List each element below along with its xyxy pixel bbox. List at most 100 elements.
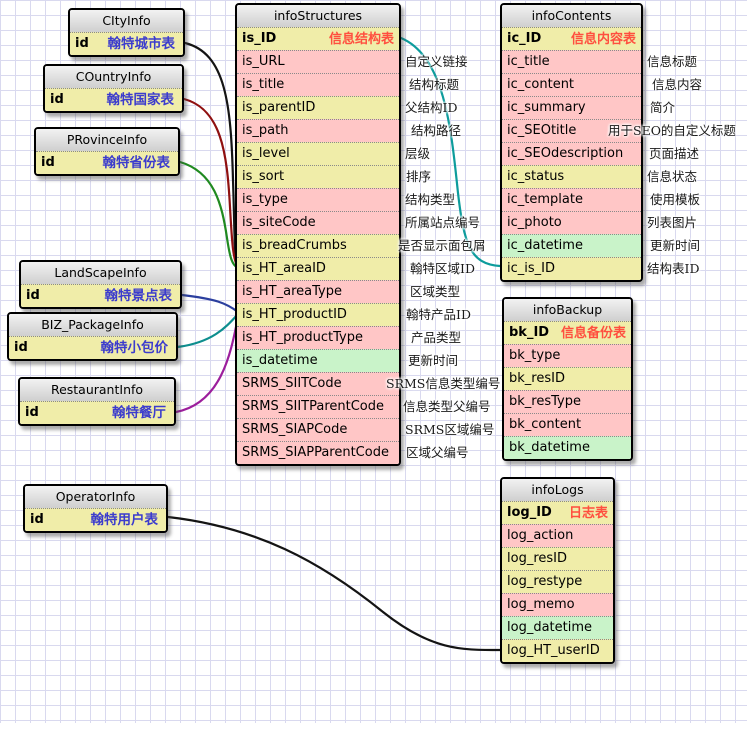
table-row-is_title[interactable]: is_title	[237, 73, 399, 96]
table-row-ic_summary[interactable]: ic_summary	[502, 96, 641, 119]
field-name: is_URL	[242, 54, 285, 69]
field-annotation: 自定义链接	[405, 50, 468, 73]
table-infoBackup[interactable]: infoBackupbk_ID信息备份表bk_type bk_resID bk_re…	[502, 297, 633, 461]
table-row-ic_ID[interactable]: ic_ID信息内容表	[502, 27, 641, 50]
table-row-ic_is_ID[interactable]: ic_is_ID	[502, 257, 641, 280]
table-row-bk_ID[interactable]: bk_ID信息备份表	[504, 321, 631, 344]
table-row-ic_content[interactable]: ic_content	[502, 73, 641, 96]
table-row-is_path[interactable]: is_path	[237, 119, 399, 142]
table-row-ic_datetime[interactable]: ic_datetime	[502, 234, 641, 257]
field-label: 翰特用户表	[91, 510, 159, 531]
diagram-canvas[interactable]: CItyInfo id翰特城市表 COuntryInfoid翰特国家表 PRovinc…	[0, 0, 754, 729]
field-name: ic_SEOtitle	[507, 123, 576, 138]
table-row-log_resID[interactable]: log_resID	[502, 547, 613, 570]
table-row-bk_type[interactable]: bk_type	[504, 344, 631, 367]
table-row-log_ID[interactable]: log_ID日志表	[502, 501, 613, 524]
table-row-log_restype[interactable]: log_restype	[502, 570, 613, 593]
table-row-is_ID[interactable]: is_ID信息结构表	[237, 27, 399, 50]
relationship-line-PRovinceInfo.id-to-infoStructures.is_HT_areaID[interactable]	[180, 162, 238, 268]
table-row-id[interactable]: id翰特用户表	[25, 508, 166, 531]
table-header[interactable]: infoStructures	[237, 5, 399, 27]
field-name: is_datetime	[242, 353, 318, 368]
field-name: SRMS_SIITCode	[242, 376, 342, 391]
field-annotation: 信息内容	[652, 73, 702, 96]
table-comment: 日志表	[569, 503, 608, 524]
table-row-ic_title[interactable]: ic_title	[502, 50, 641, 73]
table-row-id[interactable]: id翰特城市表	[70, 32, 183, 55]
table-row-is_HT_areaID[interactable]: is_HT_areaID	[237, 257, 399, 280]
table-header[interactable]: infoBackup	[504, 299, 631, 321]
table-title-label: CItyInfo	[102, 13, 150, 28]
table-row-bk_content[interactable]: bk_content	[504, 413, 631, 436]
table-infoStructures[interactable]: infoStructuresis_ID信息结构表 is_URL is_titleis…	[235, 3, 401, 466]
table-row-bk_resType[interactable]: bk_resType	[504, 390, 631, 413]
table-row-log_action[interactable]: log_action	[502, 524, 613, 547]
table-LandScapeInfo[interactable]: LandScapeInfoid翰特景点表	[19, 260, 182, 309]
table-row-is_HT_areaType[interactable]: is_HT_areaType	[237, 280, 399, 303]
table-title-label: OperatorInfo	[56, 489, 136, 504]
table-infoContents[interactable]: infoContents ic_ID信息内容表ic_title ic_content…	[500, 3, 643, 282]
field-name: ic_content	[507, 77, 574, 92]
table-row-is_URL[interactable]: is_URL	[237, 50, 399, 73]
table-row-bk_resID[interactable]: bk_resID	[504, 367, 631, 390]
table-row-is_siteCode[interactable]: is_siteCode	[237, 211, 399, 234]
relationship-line-OperatorInfo.id-to-infoLogs.log_HT_userID[interactable]	[168, 517, 500, 650]
table-row-ic_template[interactable]: ic_template	[502, 188, 641, 211]
table-BIZ_PackageInfo[interactable]: BIZ_PackageInfoid翰特小包价	[7, 312, 178, 361]
table-COuntryInfo[interactable]: COuntryInfoid翰特国家表	[43, 64, 184, 113]
table-header[interactable]: LandScapeInfo	[21, 262, 180, 284]
table-comment: 信息备份表	[561, 323, 626, 344]
field-name: ic_SEOdescription	[507, 146, 623, 161]
table-row-id[interactable]: id翰特景点表	[21, 284, 180, 307]
table-row-id[interactable]: id翰特省份表	[36, 151, 178, 174]
table-OperatorInfo[interactable]: OperatorInfo id翰特用户表	[23, 484, 168, 533]
table-row-SRMS_SIITParentCode[interactable]: SRMS_SIITParentCode	[237, 395, 399, 418]
relationship-line-CItyInfo.id-to-infoStructures.is_HT_areaID[interactable]	[185, 43, 238, 266]
table-header[interactable]: COuntryInfo	[45, 66, 182, 88]
table-row-is_level[interactable]: is_level	[237, 142, 399, 165]
table-header[interactable]: BIZ_PackageInfo	[9, 314, 176, 336]
table-row-ic_SEOdescription[interactable]: ic_SEOdescription	[502, 142, 641, 165]
field-annotation: 使用模板	[650, 188, 700, 211]
table-infoLogs[interactable]: infoLogslog_ID日志表log_actionlog_resIDlog_…	[500, 477, 615, 664]
table-row-log_memo[interactable]: log_memo	[502, 593, 613, 616]
field-annotation: 信息类型父编号	[403, 395, 491, 418]
table-row-is_HT_productID[interactable]: is_HT_productID	[237, 303, 399, 326]
relationship-line-LandScapeInfo.id-to-infoStructures.is_HT_productID[interactable]	[182, 295, 238, 312]
relationship-line-BIZ_PackageInfo.id-to-infoStructures.is_HT_productID[interactable]	[178, 314, 238, 347]
table-header[interactable]: infoContents	[502, 5, 641, 27]
table-row-id[interactable]: id翰特小包价	[9, 336, 176, 359]
table-row-ic_photo[interactable]: ic_photo	[502, 211, 641, 234]
field-annotation: 结构标题	[409, 73, 459, 96]
table-header[interactable]: PRovinceInfo	[36, 129, 178, 151]
table-row-bk_datetime[interactable]: bk_datetime	[504, 436, 631, 459]
field-name: is_title	[242, 77, 284, 92]
table-row-is_parentID[interactable]: is_parentID	[237, 96, 399, 119]
table-title-label: infoContents	[532, 8, 612, 23]
table-row-is_datetime[interactable]: is_datetime	[237, 349, 399, 372]
field-name: id	[25, 405, 39, 420]
table-RestaurantInfo[interactable]: RestaurantInfoid翰特餐厅	[18, 377, 176, 426]
table-header[interactable]: OperatorInfo	[25, 486, 166, 508]
field-name: bk_resID	[509, 371, 565, 386]
table-row-log_HT_userID[interactable]: log_HT_userID	[502, 639, 613, 662]
table-header[interactable]: RestaurantInfo	[20, 379, 174, 401]
table-row-log_datetime[interactable]: log_datetime	[502, 616, 613, 639]
table-row-SRMS_SIAPParentCode[interactable]: SRMS_SIAPParentCode	[237, 441, 399, 464]
table-row-id[interactable]: id翰特国家表	[45, 88, 182, 111]
table-PRovinceInfo[interactable]: PRovinceInfoid翰特省份表	[34, 127, 180, 176]
table-header[interactable]: infoLogs	[502, 479, 613, 501]
table-row-SRMS_SIAPCode[interactable]: SRMS_SIAPCode	[237, 418, 399, 441]
table-header[interactable]: CItyInfo	[70, 10, 183, 32]
field-annotation: 是否显示面包屑	[398, 234, 486, 257]
field-annotation: 用于SEO的自定义标题	[608, 119, 736, 142]
table-row-id[interactable]: id翰特餐厅	[20, 401, 174, 424]
table-row-ic_status[interactable]: ic_status	[502, 165, 641, 188]
table-row-is_breadCrumbs[interactable]: is_breadCrumbs	[237, 234, 399, 257]
table-row-is_sort[interactable]: is_sort	[237, 165, 399, 188]
relationship-line-RestaurantInfo.id-to-infoStructures.is_HT_productID[interactable]	[176, 317, 238, 412]
table-row-is_HT_productType[interactable]: is_HT_productType	[237, 326, 399, 349]
table-row-is_type[interactable]: is_type	[237, 188, 399, 211]
table-row-SRMS_SIITCode[interactable]: SRMS_SIITCode	[237, 372, 399, 395]
table-CItyInfo[interactable]: CItyInfo id翰特城市表	[68, 8, 185, 57]
